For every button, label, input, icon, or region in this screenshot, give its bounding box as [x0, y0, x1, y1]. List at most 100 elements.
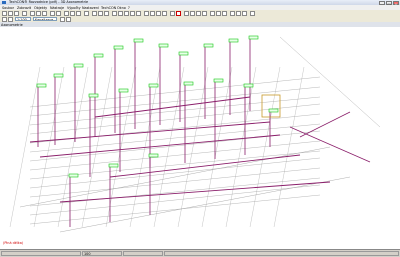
snap-icon[interactable]	[104, 10, 109, 16]
menu-okno[interactable]: Okno	[117, 6, 126, 10]
maximize-button[interactable]: □	[386, 0, 392, 6]
pipe-label-tag[interactable]	[268, 108, 279, 113]
menu-objekty[interactable]: Objekty	[34, 6, 47, 10]
view-3d-icon[interactable]	[210, 10, 215, 16]
scale-select[interactable]: 1:100	[15, 16, 31, 22]
pipe-segment	[299, 111, 351, 138]
line-icon[interactable]	[124, 10, 129, 16]
pipe-label-tag[interactable]	[213, 78, 224, 83]
select-icon[interactable]	[190, 10, 195, 16]
pan-icon[interactable]	[84, 10, 89, 16]
open-icon[interactable]	[8, 10, 13, 16]
drawing-canvas[interactable]: (Plná délka)	[0, 27, 400, 249]
category-select[interactable]: Kanalizace	[33, 16, 57, 22]
pipe-label-tag[interactable]	[203, 43, 214, 48]
layers-icon[interactable]	[92, 10, 97, 16]
construction-line	[153, 66, 185, 228]
status-cell-main	[1, 251, 81, 256]
manifold-detail[interactable]	[261, 94, 281, 118]
zoom-out-icon[interactable]	[70, 10, 75, 16]
window-title: TechCON® Rozvodnice (pdf) - 3D Axonometr…	[9, 0, 89, 5]
menu-vypocty[interactable]: Výpočty	[67, 6, 81, 10]
filter-icon[interactable]	[60, 16, 65, 22]
pipe-label-tag[interactable]	[183, 81, 194, 86]
pipe-label-tag[interactable]	[93, 53, 104, 58]
pipe-label-tag[interactable]	[228, 38, 239, 43]
pipe-label-tag[interactable]	[248, 35, 259, 40]
radiator-icon[interactable]	[162, 10, 167, 16]
app-icon	[2, 0, 6, 4]
table-icon[interactable]	[236, 10, 241, 16]
redo-icon[interactable]	[56, 10, 61, 16]
pipe-label-tag[interactable]	[133, 38, 144, 43]
move-icon[interactable]	[196, 10, 201, 16]
axonometric-drawing[interactable]	[0, 27, 400, 249]
grid-icon[interactable]	[98, 10, 103, 16]
pipe-label-tag[interactable]	[148, 153, 159, 158]
layer-icon[interactable]	[2, 16, 7, 22]
construction-line	[81, 66, 113, 228]
menu-zobrazit[interactable]: Zobrazit	[17, 6, 31, 10]
export-icon[interactable]	[242, 10, 247, 16]
menu-techcon[interactable]: TechCON	[101, 6, 116, 10]
construction-line	[29, 157, 321, 189]
construction-line	[201, 66, 233, 228]
undo-icon[interactable]	[50, 10, 55, 16]
pipe-label-tag[interactable]	[178, 51, 189, 56]
pipe-icon[interactable]	[144, 10, 149, 16]
construction-line	[59, 176, 351, 233]
fitting-icon[interactable]	[150, 10, 155, 16]
paste-icon[interactable]	[42, 10, 47, 16]
construction-line	[9, 66, 41, 228]
copy-icon[interactable]	[36, 10, 41, 16]
minimize-button[interactable]: _	[379, 0, 385, 6]
construction-line	[249, 66, 281, 228]
calculate-icon[interactable]	[170, 10, 175, 16]
construction-line	[29, 194, 321, 225]
pipe-segment	[59, 181, 331, 203]
menu-help[interactable]: ?	[128, 6, 130, 10]
pipe-label-tag[interactable]	[158, 43, 169, 48]
construction-line	[29, 140, 321, 171]
pipe-label-tag[interactable]	[148, 83, 159, 88]
menu-nastroje[interactable]: Nástroje	[50, 6, 64, 10]
view-top-icon[interactable]	[216, 10, 221, 16]
close-button[interactable]: x	[393, 0, 399, 6]
construction-line	[29, 76, 321, 108]
rectangle-icon[interactable]	[130, 10, 135, 16]
delete-icon[interactable]	[176, 10, 181, 16]
measure-icon[interactable]	[112, 10, 117, 16]
menu-nastaveni[interactable]: Nastavení	[82, 6, 99, 10]
refresh-icon[interactable]	[66, 16, 71, 22]
pipe-label-tag[interactable]	[113, 45, 124, 50]
legend-icon[interactable]	[230, 10, 235, 16]
pipe-segment	[109, 154, 301, 178]
color-icon[interactable]	[8, 16, 13, 22]
pipe-label-tag[interactable]	[73, 63, 84, 68]
construction-line	[29, 184, 321, 216]
pipe-label-tag[interactable]	[53, 73, 64, 78]
pipe-label-tag[interactable]	[68, 173, 79, 178]
pipe-label-tag[interactable]	[88, 93, 99, 98]
cut-icon[interactable]	[30, 10, 35, 16]
rotate-icon[interactable]	[202, 10, 207, 16]
save-icon[interactable]	[14, 10, 19, 16]
print-icon[interactable]	[22, 10, 27, 16]
pipe-label-tag[interactable]	[108, 163, 119, 168]
construction-line	[279, 36, 381, 128]
status-cell-coords: 100	[82, 251, 122, 256]
help-icon[interactable]	[250, 10, 255, 16]
pipe-label-tag[interactable]	[36, 83, 47, 88]
circle-icon[interactable]	[136, 10, 141, 16]
zoom-in-icon[interactable]	[64, 10, 69, 16]
zoom-fit-icon[interactable]	[76, 10, 81, 16]
valve-icon[interactable]	[156, 10, 161, 16]
new-icon[interactable]	[2, 10, 7, 16]
pipe-label-tag[interactable]	[118, 88, 129, 93]
view-front-icon[interactable]	[222, 10, 227, 16]
menu-soubor[interactable]: Soubor	[2, 6, 14, 10]
properties-icon[interactable]	[184, 10, 189, 16]
text-icon[interactable]	[118, 10, 123, 16]
pipe-label-tag[interactable]	[243, 83, 254, 88]
construction-line	[29, 177, 321, 207]
